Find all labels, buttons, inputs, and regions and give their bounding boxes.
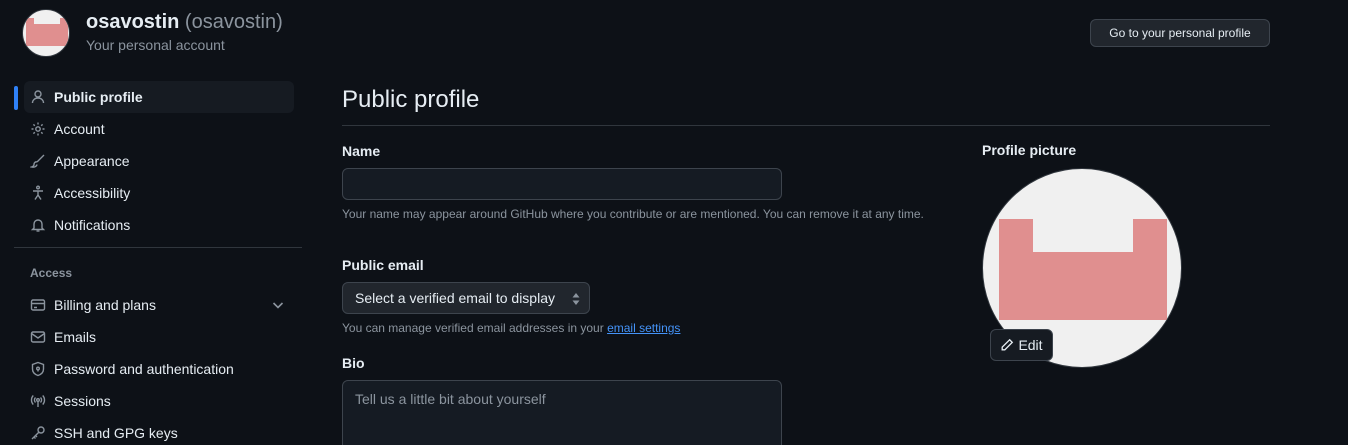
sidebar-item-label: Notifications xyxy=(54,217,131,233)
sidebar-item-account[interactable]: Account xyxy=(24,113,294,145)
sidebar-item-billing[interactable]: Billing and plans xyxy=(24,289,294,321)
shield-lock-icon xyxy=(30,361,46,377)
account-subtitle: Your personal account xyxy=(86,37,225,53)
bell-icon xyxy=(30,217,46,233)
public-email-label: Public email xyxy=(342,257,424,273)
key-icon xyxy=(30,425,46,441)
broadcast-icon xyxy=(30,393,46,409)
sidebar-item-label: Public profile xyxy=(54,89,143,105)
account-avatar xyxy=(22,9,70,57)
sidebar-item-notifications[interactable]: Notifications xyxy=(24,209,294,241)
sidebar-item-label: Billing and plans xyxy=(54,297,156,313)
credit-card-icon xyxy=(30,297,46,313)
sidebar-divider xyxy=(14,247,302,248)
sidebar-item-password[interactable]: Password and authentication xyxy=(24,353,294,385)
sidebar-item-ssh-keys[interactable]: SSH and GPG keys xyxy=(24,417,294,445)
select-arrows-icon xyxy=(572,293,580,305)
person-icon xyxy=(30,89,46,105)
sidebar-item-label: Accessibility xyxy=(54,185,131,201)
edit-profile-picture-button[interactable]: Edit xyxy=(990,329,1053,361)
sidebar-heading-access: Access xyxy=(30,266,73,280)
title-divider xyxy=(342,125,1270,126)
mail-icon xyxy=(30,329,46,345)
name-hint: Your name may appear around GitHub where… xyxy=(342,207,924,221)
sidebar-item-label: Emails xyxy=(54,329,97,345)
sidebar-item-label: Password and authentication xyxy=(54,361,234,377)
chevron-down-icon[interactable] xyxy=(270,297,286,313)
paintbrush-icon xyxy=(30,153,46,169)
sidebar-item-label: Sessions xyxy=(54,393,111,409)
sidebar-item-accessibility[interactable]: Accessibility xyxy=(24,177,294,209)
bio-placeholder: Tell us a little bit about yourself xyxy=(355,391,546,407)
edit-label: Edit xyxy=(1018,337,1043,353)
account-name: osavostin (osavostin) xyxy=(86,11,283,34)
sidebar-item-label: SSH and GPG keys xyxy=(54,425,178,441)
go-to-profile-button[interactable]: Go to your personal profile xyxy=(1090,19,1270,47)
gear-icon xyxy=(30,121,46,137)
account-username: osavostin xyxy=(86,11,180,33)
pencil-icon xyxy=(1001,338,1014,351)
public-email-hint: You can manage verified email addresses … xyxy=(342,319,680,337)
sidebar-item-appearance[interactable]: Appearance xyxy=(24,145,294,177)
account-login: (osavostin) xyxy=(184,11,283,33)
sidebar-item-label: Account xyxy=(54,121,105,137)
accessibility-icon xyxy=(30,185,46,201)
bio-textarea[interactable] xyxy=(342,380,782,445)
public-email-hint-text: You can manage verified email addresses … xyxy=(342,321,604,335)
sidebar-item-sessions[interactable]: Sessions xyxy=(24,385,294,417)
bio-label: Bio xyxy=(342,355,365,371)
sidebar-item-public-profile[interactable]: Public profile xyxy=(24,81,294,113)
public-email-selected: Select a verified email to display xyxy=(355,290,555,306)
name-label: Name xyxy=(342,143,381,159)
public-email-select[interactable]: Select a verified email to display xyxy=(342,282,590,314)
sidebar-item-emails[interactable]: Emails xyxy=(24,321,294,353)
profile-picture-label: Profile picture xyxy=(982,142,1077,158)
email-settings-link[interactable]: email settings xyxy=(607,321,680,335)
active-nav-indicator xyxy=(14,86,18,110)
sidebar-item-label: Appearance xyxy=(54,153,130,169)
name-input[interactable] xyxy=(342,168,782,200)
page-title: Public profile xyxy=(342,86,480,113)
